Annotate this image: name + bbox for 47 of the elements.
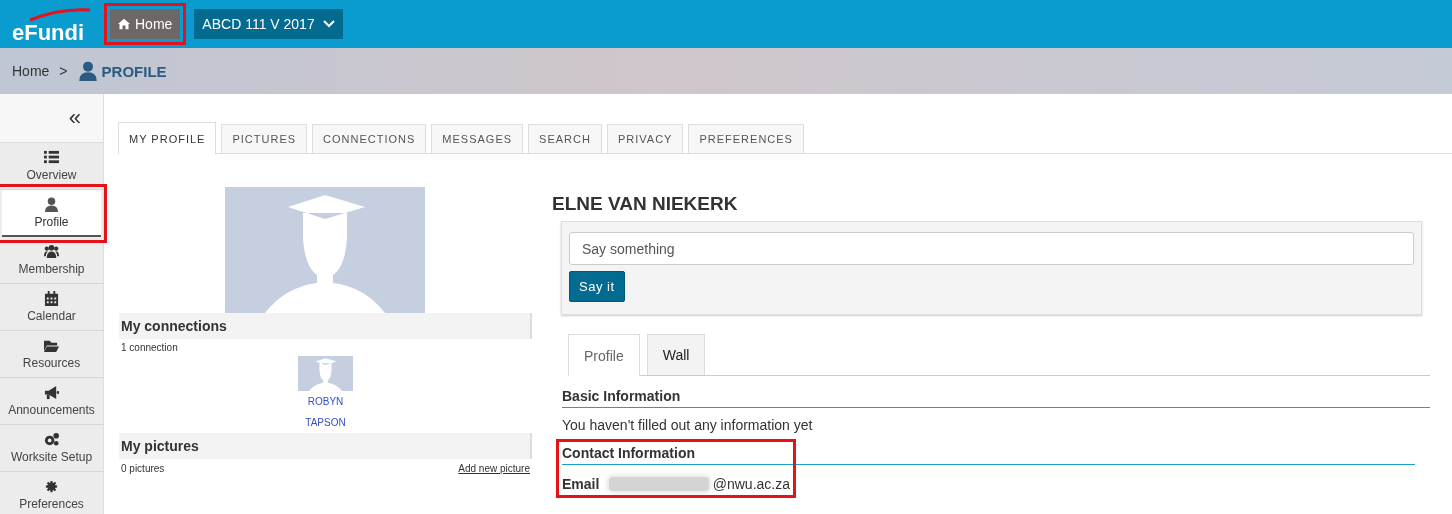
- section-heading: My connections: [119, 313, 532, 339]
- breadcrumb-link[interactable]: Home: [12, 63, 50, 79]
- section-heading: Contact Information: [562, 445, 1415, 465]
- connection-link[interactable]: TAPSON: [305, 412, 346, 433]
- tab[interactable]: SEARCH: [528, 124, 602, 153]
- user-icon: [44, 196, 59, 212]
- connection-link[interactable]: ROBYN: [307, 391, 344, 412]
- sidebar-item[interactable]: Announcements: [0, 378, 103, 425]
- tab[interactable]: Profile: [568, 334, 640, 376]
- sidebar-item[interactable]: Resources: [0, 331, 103, 378]
- gear-icon: [44, 479, 59, 494]
- profile-name: ELNE VAN NIEKERK: [552, 193, 739, 215]
- gears-icon: [44, 432, 59, 447]
- tab[interactable]: MESSAGES: [431, 124, 524, 153]
- users-icon: [44, 244, 59, 259]
- picture-count: 0 pictures: [121, 463, 165, 474]
- site-menu-button[interactable]: ABCD 111 V 2017: [194, 9, 343, 39]
- tab[interactable]: PICTURES: [221, 124, 308, 153]
- list-icon: [44, 150, 59, 165]
- page-title: PROFILE: [101, 62, 167, 80]
- collapse-button[interactable]: «: [62, 104, 87, 132]
- tab[interactable]: PRIVACY: [606, 124, 684, 153]
- tab[interactable]: Wall: [646, 334, 706, 375]
- megaphone-icon: [44, 385, 59, 400]
- field-value: @nwu.ac.za: [712, 476, 790, 492]
- sidebar-item[interactable]: Membership: [0, 237, 103, 284]
- status-input[interactable]: Say something: [569, 232, 1414, 265]
- sidebar-item[interactable]: Calendar: [0, 284, 103, 331]
- user-icon: [77, 61, 98, 81]
- chevron-down-icon: [322, 20, 335, 28]
- tab[interactable]: MY PROFILE: [118, 122, 217, 154]
- sidebar-item[interactable]: Worksite Setup: [0, 425, 103, 472]
- field-label: Email: [562, 476, 600, 492]
- house-icon: [118, 18, 130, 30]
- folder-icon: [44, 338, 59, 353]
- tab[interactable]: PREFERENCES: [688, 124, 804, 153]
- tab[interactable]: CONNECTIONS: [312, 124, 427, 153]
- add-picture-link[interactable]: Add new picture: [458, 463, 530, 474]
- calendar-icon: [44, 291, 59, 306]
- home-button[interactable]: Home: [110, 9, 181, 39]
- say-it-button[interactable]: Say it: [569, 271, 625, 302]
- info-text: You haven't filled out any information yet: [562, 417, 814, 433]
- sidebar-item[interactable]: Preferences: [0, 472, 103, 514]
- connection-count: 1 connection: [120, 341, 179, 355]
- breadcrumb-separator: >: [59, 63, 68, 79]
- section-heading: Basic Information: [562, 388, 1430, 408]
- section-heading: My pictures: [119, 433, 532, 459]
